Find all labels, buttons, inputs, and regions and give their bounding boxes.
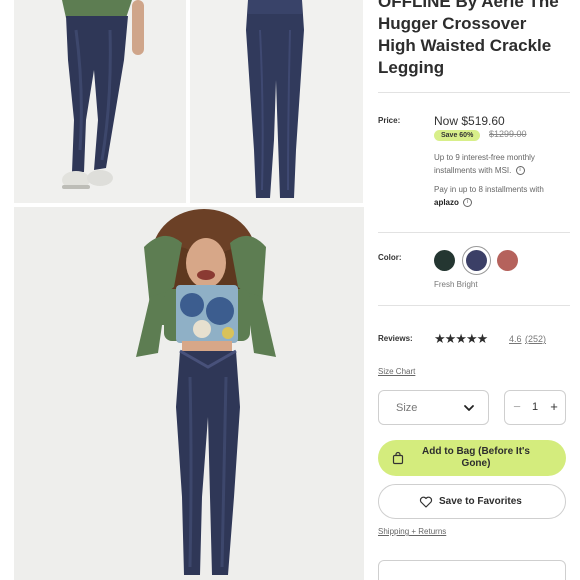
product-image-side-view[interactable]	[14, 0, 186, 203]
model-side-illustration	[14, 0, 186, 203]
rating-value-link[interactable]: 4.6	[509, 334, 522, 344]
review-count-link[interactable]: (252)	[525, 334, 546, 344]
original-price: $1299.00	[489, 129, 527, 139]
star-rating-icon[interactable]: ★★★★★	[434, 331, 488, 347]
aplazo-logo: aplazo	[434, 198, 459, 207]
save-to-favorites-button[interactable]: Save to Favorites	[378, 484, 566, 519]
color-swatch-navy[interactable]	[466, 250, 487, 271]
shopping-bag-icon	[392, 451, 404, 465]
size-chart-link[interactable]: Size Chart	[378, 367, 415, 376]
add-to-bag-label: Add to Bag (Before It's Gone)	[422, 446, 530, 469]
product-image-flat[interactable]	[190, 0, 363, 203]
save-badge: Save 60%	[434, 130, 481, 141]
product-title-line: OFFLINE By Aerie The	[378, 0, 559, 11]
add-to-bag-button[interactable]: Add to Bag (Before It's Gone)	[378, 440, 566, 476]
price-label: Price:	[378, 116, 401, 125]
reviews-label: Reviews:	[378, 334, 413, 343]
divider	[378, 305, 570, 306]
product-title: OFFLINE By Aerie The Hugger Crossover Hi…	[378, 0, 578, 79]
save-to-favorites-label: Save to Favorites	[439, 496, 522, 507]
quantity-decrease-button[interactable]: −	[510, 399, 524, 414]
quantity-value[interactable]: 1	[528, 401, 542, 413]
shipping-returns-link[interactable]: Shipping + Returns	[378, 527, 446, 536]
legging-flat-illustration	[190, 0, 363, 203]
divider	[378, 92, 570, 93]
size-select[interactable]: Size	[378, 390, 489, 425]
color-swatch-dark-green[interactable]	[434, 250, 455, 271]
info-icon[interactable]: i	[463, 198, 473, 208]
product-image-model-front[interactable]	[14, 207, 364, 580]
current-price: Now $519.60	[434, 114, 505, 128]
collapsed-panel[interactable]	[378, 560, 566, 580]
aplazo-installments-text: Pay in up to 8 installments with	[434, 185, 544, 194]
heart-icon	[419, 496, 433, 508]
selected-color-name: Fresh Bright	[434, 280, 478, 289]
info-icon[interactable]: i	[515, 166, 525, 176]
color-label: Color:	[378, 253, 402, 262]
size-select-placeholder: Size	[396, 402, 418, 414]
quantity-increase-button[interactable]: +	[547, 399, 561, 414]
chevron-down-icon	[464, 405, 474, 411]
product-title-line: Hugger Crossover	[378, 14, 527, 33]
divider	[378, 232, 570, 233]
aplazo-installments: Pay in up to 8 installments with aplazo …	[434, 183, 574, 209]
product-title-line: Legging	[378, 58, 445, 77]
product-title-line: High Waisted Crackle	[378, 36, 552, 55]
color-swatch-rose[interactable]	[497, 250, 518, 271]
quantity-stepper: − 1 +	[504, 390, 566, 425]
model-front-illustration	[14, 207, 364, 580]
msi-installments: Up to 9 interest-free monthly installmen…	[434, 151, 574, 177]
